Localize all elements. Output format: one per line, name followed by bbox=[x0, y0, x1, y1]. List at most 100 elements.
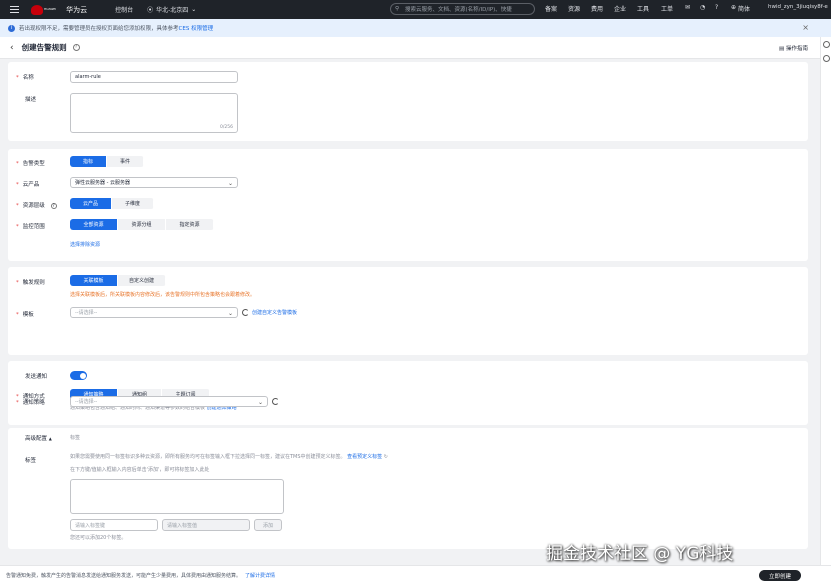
tag-value-input[interactable]: 请输入标签值 bbox=[162, 519, 250, 531]
brand-name[interactable]: 华为云 bbox=[66, 5, 87, 15]
watermark-text: 掘金技术社区 @ YG科技 bbox=[546, 544, 734, 564]
alarm-target-card: * 告警类型 指标 事件 * 云产品 弹性云服务器 - 云服务器 ⌄ * 资源层级 ?… bbox=[8, 149, 808, 261]
alarm-type-segmented: 指标 事件 bbox=[70, 156, 144, 167]
info-icon: i bbox=[8, 24, 15, 32]
back-arrow-icon[interactable]: ‹ bbox=[10, 43, 14, 53]
huawei-logo-mark bbox=[31, 4, 43, 15]
template-select[interactable]: --请选择-- ⌄ bbox=[70, 307, 238, 318]
notify-policy-label: * 通知策略 bbox=[16, 400, 45, 406]
template-placeholder: --请选择-- bbox=[75, 310, 98, 316]
scope-resource-group[interactable]: 资源分组 bbox=[118, 219, 166, 230]
rule-custom-create[interactable]: 自定义创建 bbox=[118, 275, 166, 286]
tag-description: 如果您需要使用同一标签标识多种云资源，即所有服务均可在标签输入框下拉选择同一标签… bbox=[70, 454, 388, 460]
cloud-product-label: * 云产品 bbox=[16, 182, 40, 188]
region-selector[interactable]: ⦿ 华北-北京四 ⌄ bbox=[147, 5, 196, 14]
language-selector[interactable]: ⊕ 简体 bbox=[731, 4, 750, 13]
alarm-type-event[interactable]: 事件 bbox=[107, 156, 144, 167]
nav-tools[interactable]: 工具 bbox=[637, 4, 649, 13]
monitor-scope-label: * 监控范围 bbox=[16, 224, 45, 230]
help-circle-icon[interactable] bbox=[823, 41, 830, 48]
name-label: * 名称 bbox=[16, 75, 34, 81]
console-link[interactable]: 控制台 bbox=[115, 5, 133, 14]
nav-enterprise[interactable]: 企业 bbox=[614, 4, 626, 13]
refresh-icon[interactable] bbox=[272, 398, 279, 405]
send-notification-label: 发送通知 bbox=[25, 374, 48, 380]
chevron-down-icon: ⌄ bbox=[227, 180, 233, 187]
search-icon: ⚲ bbox=[395, 6, 400, 12]
scope-all-resources[interactable]: 全部资源 bbox=[70, 219, 118, 230]
top-navigation-bar: HUAWEI 华为云 控制台 ⦿ 华北-北京四 ⌄ ⚲ 搜索云服务、文档、资源(… bbox=[0, 0, 831, 19]
send-notification-toggle[interactable] bbox=[70, 371, 87, 380]
footer-text: 告警通知免费，触发产生的告警消息发送给通知服务发送，可能产生少量费用，具体费用由… bbox=[6, 573, 242, 579]
resource-level-segmented: 云产品 子维度 bbox=[70, 198, 154, 209]
notify-policy-select[interactable]: --请选择-- ⌄ bbox=[70, 396, 268, 407]
nav-billing[interactable]: 费用 bbox=[591, 4, 603, 13]
alarm-type-label: * 告警类型 bbox=[16, 161, 45, 167]
huawei-logo-text: HUAWEI bbox=[44, 7, 57, 11]
nav-filing[interactable]: 备案 bbox=[545, 4, 557, 13]
alarm-type-metric[interactable]: 指标 bbox=[70, 156, 107, 167]
tag-limit-text: 您还可以添加20个标签。 bbox=[70, 535, 127, 541]
chevron-down-icon: ⌄ bbox=[227, 310, 233, 317]
bell-icon[interactable]: ◔ bbox=[700, 4, 705, 11]
resource-level-subdimension[interactable]: 子维度 bbox=[112, 198, 154, 209]
cloud-product-value: 弹性云服务器 - 云服务器 bbox=[75, 180, 130, 186]
nav-resources[interactable]: 资源 bbox=[568, 4, 580, 13]
hamburger-menu-icon[interactable] bbox=[10, 6, 19, 13]
create-now-button[interactable]: 立即创建 bbox=[759, 570, 801, 581]
right-float-toolbar bbox=[820, 37, 831, 565]
tag-key-input[interactable]: 请输入标签键 bbox=[70, 519, 158, 531]
notice-link[interactable]: CES 权限管理 bbox=[179, 24, 214, 32]
permission-notice: i 若出现权限不足，需要管理员在授权页面给您添加权限，具体参考 CES 权限管理… bbox=[0, 19, 831, 37]
huawei-logo[interactable]: HUAWEI bbox=[31, 4, 57, 15]
trigger-rule-warning: 选择关联模板后，所关联模板内容修改后，该告警规则中所包含策略也会跟着修改。 bbox=[70, 292, 256, 298]
chevron-down-icon: ⌄ bbox=[191, 6, 197, 13]
user-account[interactable]: hwid_zyn_3jiuqisy8f-e bbox=[768, 4, 828, 10]
settings-circle-icon[interactable] bbox=[823, 55, 830, 62]
resource-level-product[interactable]: 云产品 bbox=[70, 198, 112, 209]
close-icon[interactable]: × bbox=[802, 23, 809, 32]
location-pin-icon: ⦿ bbox=[147, 7, 154, 14]
add-tag-button[interactable]: 添加 bbox=[254, 519, 282, 531]
guide-link[interactable]: ▤ 操作指南 bbox=[779, 44, 808, 52]
language-label: 简体 bbox=[738, 6, 751, 13]
description-textarea[interactable]: 0/256 bbox=[70, 93, 238, 133]
tag-hint: 在下方键/值输入框输入内容后单击'添加'，即可将标签加入此处 bbox=[70, 467, 210, 473]
nav-tickets[interactable]: 工单 bbox=[661, 4, 673, 13]
monitor-scope-segmented: 全部资源 资源分组 指定资源 bbox=[70, 219, 214, 230]
trigger-rule-card: * 触发规则 关联模板 自定义创建 选择关联模板后，所关联模板内容修改后，该告警规… bbox=[8, 267, 808, 355]
document-icon: ▤ bbox=[779, 46, 785, 52]
cloud-product-select[interactable]: 弹性云服务器 - 云服务器 ⌄ bbox=[70, 177, 238, 188]
advanced-tag-tab[interactable]: 标签 bbox=[70, 434, 80, 441]
scope-specific-resources[interactable]: 指定资源 bbox=[166, 219, 214, 230]
region-label: 华北-北京四 bbox=[156, 7, 189, 14]
advanced-config-card: 高级配置 ▲ 标签 标签 如果您需要使用同一标签标识多种云资源，即所有服务均可在… bbox=[8, 428, 808, 549]
search-placeholder: 搜索云服务、文档、资源(名称/ID/IP)、快捷 bbox=[405, 7, 512, 13]
rule-associate-template[interactable]: 关联模板 bbox=[70, 275, 118, 286]
page-footer: 告警通知免费，触发产生的告警消息发送给通知服务发送，可能产生少量费用，具体费用由… bbox=[0, 565, 831, 585]
notify-policy-placeholder: --请选择-- bbox=[75, 399, 98, 405]
template-label: * 模板 bbox=[16, 312, 34, 318]
chevron-down-icon: ⌄ bbox=[257, 399, 263, 406]
message-icon[interactable]: ✉ bbox=[685, 4, 690, 11]
view-predefined-tags-link[interactable]: 查看预定义标签 bbox=[347, 454, 382, 460]
pricing-details-link[interactable]: 了解计费详情 bbox=[245, 572, 275, 579]
trigger-rule-label: * 触发规则 bbox=[16, 280, 45, 286]
global-search-input[interactable]: ⚲ 搜索云服务、文档、资源(名称/ID/IP)、快捷 bbox=[390, 3, 535, 15]
notify-policy-row: * 通知策略 --请选择-- ⌄ bbox=[8, 393, 808, 413]
notice-text: 若出现权限不足，需要管理员在授权页面给您添加权限，具体参考 bbox=[19, 26, 179, 32]
name-input[interactable]: alarm-rule bbox=[70, 71, 238, 83]
help-icon[interactable]: ? bbox=[715, 4, 718, 11]
tag-label: 标签 bbox=[25, 458, 37, 464]
select-excluded-resources-link[interactable]: 选择排除资源 bbox=[70, 241, 100, 248]
refresh-icon[interactable] bbox=[242, 309, 249, 316]
question-circle-icon[interactable]: ? bbox=[72, 44, 80, 51]
resource-level-label: * 资源层级 ? bbox=[16, 203, 57, 209]
page-title: 创建告警规则 bbox=[21, 43, 67, 52]
trigger-rule-segmented: 关联模板 自定义创建 bbox=[70, 275, 166, 286]
advanced-config-toggle[interactable]: 高级配置 ▲ bbox=[25, 434, 52, 442]
refresh-icon[interactable]: ↻ bbox=[384, 454, 388, 460]
description-char-count: 0/256 bbox=[220, 125, 233, 130]
create-template-link[interactable]: 创建自定义告警模板 bbox=[252, 309, 297, 316]
help-icon[interactable]: ? bbox=[50, 203, 57, 209]
